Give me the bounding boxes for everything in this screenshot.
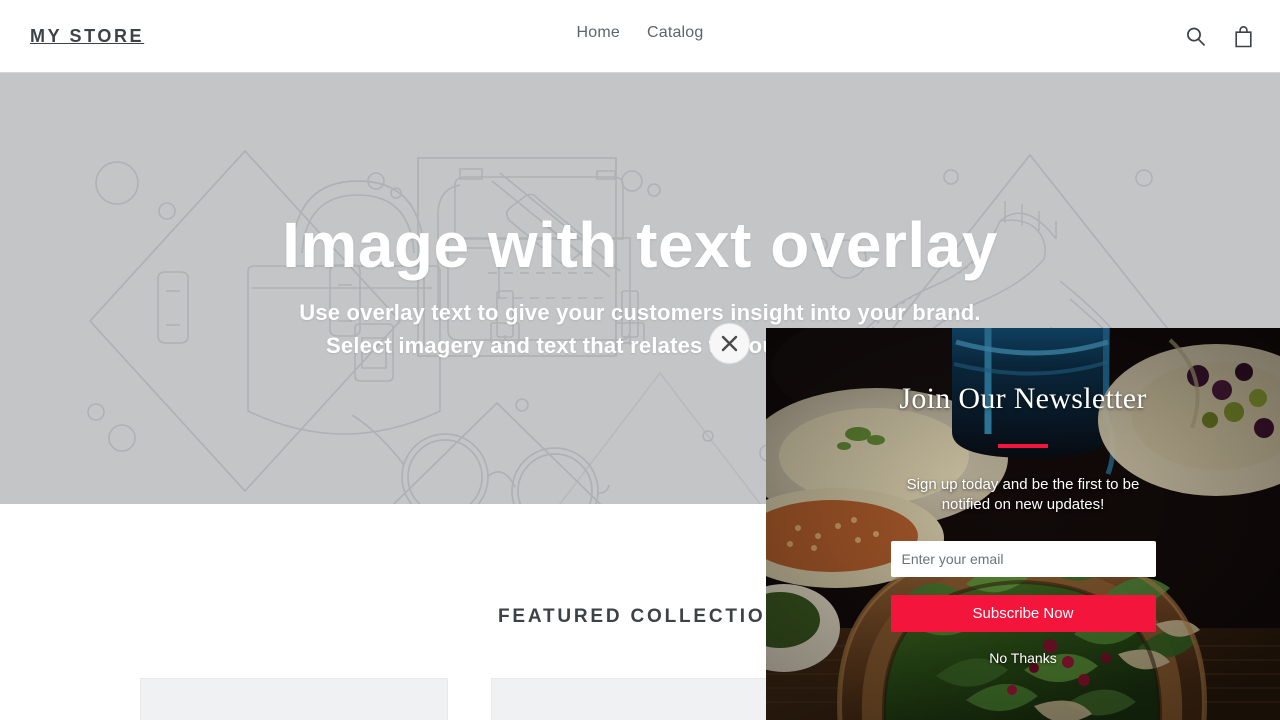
nav-link-catalog[interactable]: Catalog <box>647 24 704 42</box>
accent-divider <box>998 444 1048 448</box>
page-root: MY STORE Home Catalog Image with text ov… <box>0 0 1280 720</box>
modal-content: Join Our Newsletter Sign up today and be… <box>766 328 1280 720</box>
modal-heading: Join Our Newsletter <box>899 382 1147 415</box>
product-card-2[interactable] <box>491 678 799 720</box>
subscribe-button[interactable]: Subscribe Now <box>890 594 1156 632</box>
close-x-icon <box>721 335 738 352</box>
search-icon[interactable] <box>1182 22 1208 50</box>
product-card-1[interactable] <box>140 678 448 720</box>
main-navigation: Home Catalog <box>576 24 703 42</box>
email-field[interactable] <box>890 540 1156 577</box>
hero-title: Image with text overlay <box>282 209 998 281</box>
shopping-bag-icon[interactable] <box>1230 22 1256 50</box>
site-header: MY STORE Home Catalog <box>0 0 1280 73</box>
no-thanks-button[interactable]: No Thanks <box>989 650 1056 666</box>
newsletter-modal: Join Our Newsletter Sign up today and be… <box>766 328 1280 720</box>
store-logo[interactable]: MY STORE <box>30 26 144 47</box>
modal-description: Sign up today and be the first to be not… <box>906 476 1140 513</box>
close-icon[interactable] <box>710 324 749 363</box>
hero-subtitle-line-1: Use overlay text to give your customers … <box>299 300 981 326</box>
nav-link-home[interactable]: Home <box>576 24 619 42</box>
header-actions <box>1182 22 1256 50</box>
